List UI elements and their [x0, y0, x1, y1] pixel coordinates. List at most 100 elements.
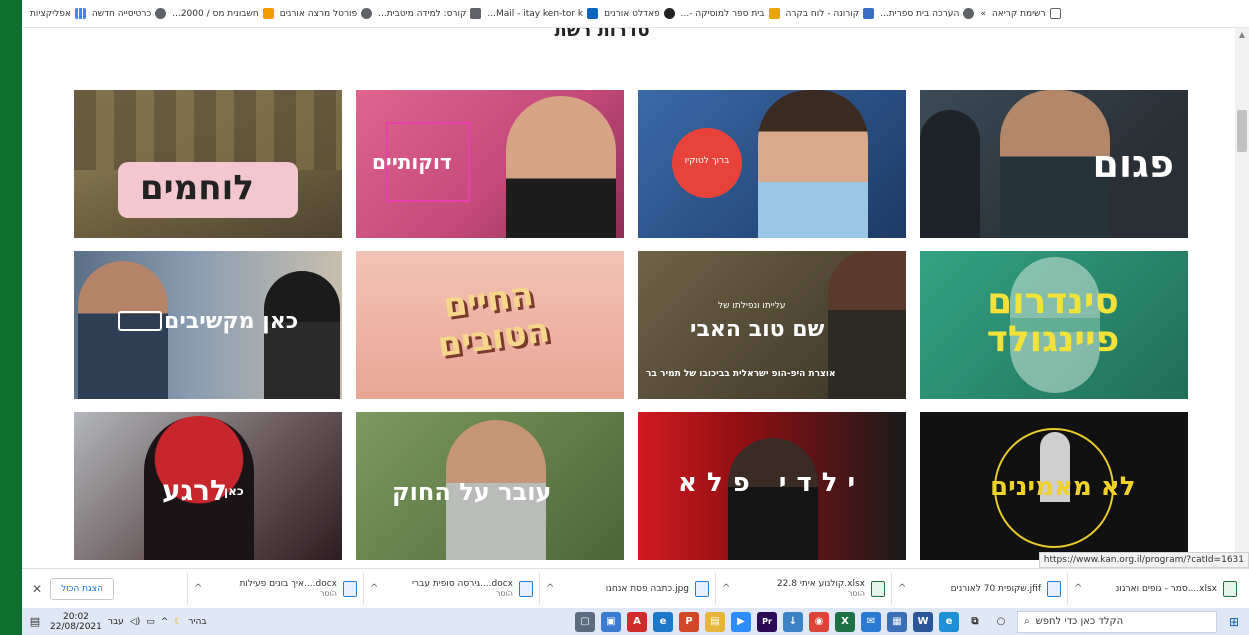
word-file-icon [519, 580, 533, 597]
start-windows-icon[interactable]: ⊞ [1223, 611, 1245, 633]
bookmark-item[interactable]: פאדלט אורנים [604, 8, 675, 19]
page-icon [470, 8, 482, 19]
close-shelf-icon[interactable]: ✕ [32, 582, 42, 596]
task-view-icon[interactable]: ⧉ [965, 612, 985, 632]
section-title: סדרות רשת [554, 28, 650, 40]
store-icon[interactable]: ▦ [887, 611, 907, 632]
tile-title: שם טוב האבי [690, 317, 825, 342]
chevron-up-icon[interactable]: ^ [546, 583, 554, 594]
excel-file-icon [871, 580, 885, 597]
music-school-icon [768, 8, 780, 19]
bookmark-item[interactable]: Mail - itay ken-tor k... [487, 8, 599, 19]
page-content: סדרות רשת פגום ברוך לטוקיו דוקותיים לוחמ… [22, 28, 1249, 568]
cortana-icon[interactable]: ○ [991, 612, 1011, 632]
tile-figure-right [264, 271, 340, 399]
series-tile-lo-maaminim[interactable]: לא מאמינים [920, 412, 1188, 560]
series-tile-kan-listening[interactable]: כאן מקשיבים [74, 251, 342, 399]
series-tile-tokyo[interactable]: ברוך לטוקיו [638, 90, 906, 238]
status-url-tooltip: https://www.kan.org.il/program/?catId=16… [1038, 552, 1249, 568]
reading-list-icon [1049, 8, 1061, 19]
notification-center-icon[interactable]: ▤ [26, 613, 44, 631]
bookmark-item[interactable]: בית ספר למוסיקה -... [681, 8, 780, 19]
chevron-up-icon[interactable]: ^ [898, 583, 906, 594]
outlook-icon [587, 8, 599, 19]
series-tile-dokutayim[interactable]: דוקותיים [356, 90, 624, 238]
search-placeholder: הקלד כאן כדי לחפש [1035, 616, 1124, 627]
weather-label[interactable]: בהיר [188, 617, 206, 627]
series-tile-over-al-hachok[interactable]: עובר על החוק [356, 412, 624, 560]
network-icon[interactable]: ▭ [146, 617, 155, 627]
zoom-icon[interactable]: ▶ [731, 611, 751, 632]
chevron-up-icon[interactable]: ^ [194, 583, 202, 594]
bookmark-item[interactable]: קורס: למידה מיטבית... [378, 8, 482, 19]
more-bookmarks-button[interactable]: » [980, 9, 986, 19]
download-item[interactable]: jpg.כתבה פסת אנחנו ^ [539, 572, 715, 605]
series-tile-lerega[interactable]: כאן לרגע [74, 412, 342, 560]
language-indicator[interactable]: עבר [108, 617, 124, 627]
series-tile-shem-tov[interactable]: עלייתו ונפילתו של שם טוב האבי אוצרת היפ-… [638, 251, 906, 399]
series-tile-pagum[interactable]: פגום [920, 90, 1188, 238]
chrome-icon[interactable]: ◉ [809, 611, 829, 632]
taskbar-clock[interactable]: 20:02 22/08/2021 [50, 612, 102, 632]
download-text: docx....גירסה סופית עברי הוסר [384, 579, 513, 598]
tray-chevron-icon[interactable]: ^ [161, 617, 169, 627]
show-all-downloads-button[interactable]: הצגת הכול [50, 577, 114, 600]
download-status: הוסר [495, 589, 513, 598]
bookmark-item[interactable]: חשבונית מס / 2000... [172, 8, 274, 19]
downloads-shelf: xlsx....סמר - גופים וארגונ ^ jfif.שקופית… [22, 568, 1249, 608]
bookmark-label: קורונה - לוח בקרה [785, 8, 860, 19]
taskbar-search-box[interactable]: ⌕ הקלד כאן כדי לחפש [1017, 610, 1217, 633]
chevron-up-icon[interactable]: ^ [1074, 583, 1082, 594]
series-tile-lochamim[interactable]: לוחמים [74, 90, 342, 238]
scroll-up-arrow-icon[interactable]: ▲ [1235, 28, 1249, 42]
app-icon[interactable]: ▢ [575, 611, 595, 632]
tile-figure-main [758, 90, 868, 238]
series-tile-good-life[interactable]: החיים הטובים [356, 251, 624, 399]
reading-list-button[interactable]: רשימת קריאה [992, 8, 1061, 19]
windows-taskbar: ⊞ ⌕ הקלד כאן כדי לחפש ○ ⧉ e W ▦ ✉ X ◉ ↓ … [22, 608, 1249, 635]
download-item[interactable]: jfif.שקופית 70 לאורנים ^ [891, 572, 1067, 605]
download-icon[interactable]: ↓ [783, 611, 803, 632]
image-file-icon [1047, 580, 1061, 597]
bookmark-item[interactable]: פורטל מרצה אורנים [279, 8, 373, 19]
tile-subtitle: עלייתו ונפילתו של [718, 301, 786, 311]
word-icon[interactable]: W [913, 611, 933, 632]
series-tile-feingold[interactable]: סינדרום פיינגולד [920, 251, 1188, 399]
mail-icon[interactable]: ✉ [861, 611, 881, 632]
moon-weather-icon: ☾ [174, 616, 183, 627]
vertical-scrollbar[interactable]: ▲ [1235, 28, 1249, 568]
premiere-icon[interactable]: Pr [757, 611, 777, 632]
excel-icon[interactable]: X [835, 611, 855, 632]
bookmark-item[interactable]: כרטיסייה חדשה [92, 8, 167, 19]
tile-title: דוקותיים [372, 150, 452, 174]
volume-icon[interactable]: ◁) [130, 617, 140, 627]
acrobat-icon[interactable]: A [627, 611, 647, 632]
download-item[interactable]: xlsx.קולנוע איתי 22.8 הוסר ^ [715, 572, 891, 605]
scrollbar-thumb[interactable] [1237, 110, 1247, 152]
clock-date: 22/08/2021 [50, 621, 102, 632]
chevron-up-icon[interactable]: ^ [370, 583, 378, 594]
download-item[interactable]: docx....גירסה סופית עברי הוסר ^ [363, 572, 539, 605]
series-tile-yaldei-pele[interactable]: ילדי פלא [638, 412, 906, 560]
bookmark-item[interactable]: הערכה בית ספרית... [880, 8, 975, 19]
system-tray: בהיר ☾ ^ ▭ ◁) עבר 20:02 22/08/2021 ▤ [26, 612, 207, 632]
edge-icon[interactable]: e [939, 611, 959, 632]
explorer-icon[interactable]: ▤ [705, 611, 725, 632]
globe-icon [155, 8, 167, 19]
tile-title: עובר על החוק [392, 478, 552, 506]
chevron-up-icon[interactable]: ^ [722, 583, 730, 594]
download-text: xlsx.קולנוע איתי 22.8 הוסר [736, 579, 865, 598]
reading-list-label: רשימת קריאה [991, 8, 1046, 19]
chevron-more-icon: » [980, 8, 986, 19]
download-item[interactable]: xlsx....סמר - גופים וארגונ ^ [1067, 572, 1243, 605]
apps-bookmark[interactable]: אפליקציות [30, 8, 86, 19]
bookmark-label: פאדלט אורנים [604, 8, 660, 19]
bookmark-label: פורטל מרצה אורנים [279, 8, 358, 19]
ie-icon[interactable]: e [653, 611, 673, 632]
bookmark-item[interactable]: קורונה - לוח בקרה [786, 8, 875, 19]
padlet-icon [663, 8, 675, 19]
photos-icon[interactable]: ▣ [601, 611, 621, 632]
download-item[interactable]: docx....איך בונים פעילות הוסר ^ [187, 572, 363, 605]
image-file-icon [695, 580, 709, 597]
powerpoint-icon[interactable]: P [679, 611, 699, 632]
